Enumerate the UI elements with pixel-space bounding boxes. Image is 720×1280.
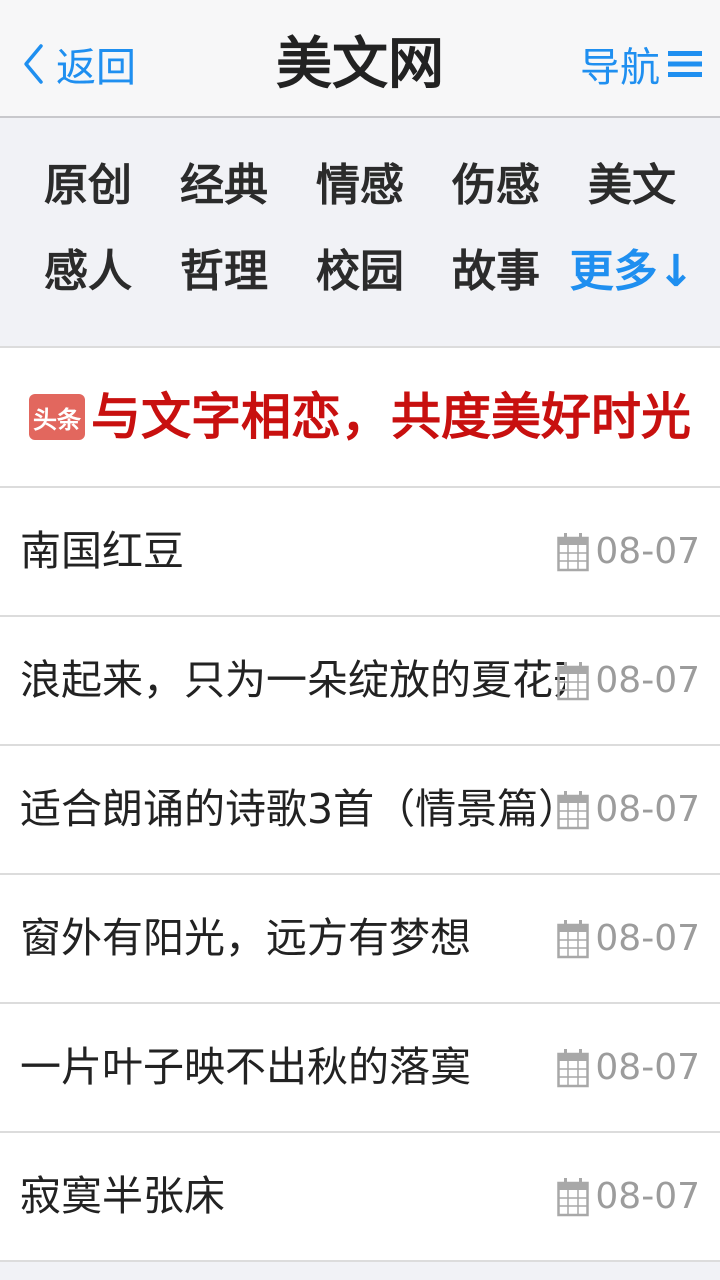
calendar-icon xyxy=(557,790,590,829)
category-row: 原创 经典 情感 伤感 美文 xyxy=(20,156,700,216)
article-list: 南国红豆 08-07 浪起来，只为一朵绽放的夏花开在 xyxy=(0,488,720,1262)
list-item[interactable]: 浪起来，只为一朵绽放的夏花开在 08-07 xyxy=(0,617,720,746)
calendar-icon xyxy=(557,1177,590,1216)
list-item[interactable]: 适合朗诵的诗歌3首（情景篇） 08-07 xyxy=(0,746,720,875)
category-campus[interactable]: 校园 xyxy=(292,242,428,302)
article-date: 08-07 xyxy=(557,488,700,615)
list-item[interactable]: 窗外有阳光，远方有梦想 08-07 xyxy=(0,875,720,1004)
article-date: 08-07 xyxy=(557,1133,700,1260)
menu-icon xyxy=(668,51,702,77)
article-date-text: 08-07 xyxy=(595,660,700,701)
article-title: 适合朗诵的诗歌3首（情景篇） xyxy=(20,785,565,833)
calendar-icon xyxy=(557,1048,590,1087)
article-title: 寂寞半张床 xyxy=(20,1172,225,1220)
headline-badge: 头条 xyxy=(29,394,85,440)
article-date: 08-07 xyxy=(557,1004,700,1131)
category-sad[interactable]: 伤感 xyxy=(428,156,564,216)
category-emotion[interactable]: 情感 xyxy=(292,156,428,216)
article-date: 08-07 xyxy=(557,746,700,873)
article-date: 08-07 xyxy=(557,617,700,744)
footer-strip xyxy=(0,1262,720,1280)
article-title: 窗外有阳光，远方有梦想 xyxy=(20,914,471,962)
nav-label: 导航 xyxy=(580,45,660,91)
list-item[interactable]: 寂寞半张床 08-07 xyxy=(0,1133,720,1262)
headline-text: 与文字相恋，共度美好时光 xyxy=(91,388,691,446)
category-more-button[interactable]: 更多↓ xyxy=(564,242,700,302)
category-beautiful-prose[interactable]: 美文 xyxy=(564,156,700,216)
category-story[interactable]: 故事 xyxy=(428,242,564,302)
calendar-icon xyxy=(557,661,590,700)
category-classic[interactable]: 经典 xyxy=(156,156,292,216)
article-date-text: 08-07 xyxy=(595,918,700,959)
top-bar: 返回 美文网 导航 xyxy=(0,0,720,118)
list-item[interactable]: 一片叶子映不出秋的落寞 08-07 xyxy=(0,1004,720,1133)
category-philosophy[interactable]: 哲理 xyxy=(156,242,292,302)
article-date-text: 08-07 xyxy=(595,789,700,830)
article-date-text: 08-07 xyxy=(595,1047,700,1088)
list-item[interactable]: 南国红豆 08-07 xyxy=(0,488,720,617)
category-touching[interactable]: 感人 xyxy=(20,242,156,302)
nav-menu-button[interactable]: 导航 xyxy=(580,34,702,94)
article-date-text: 08-07 xyxy=(595,531,700,572)
calendar-icon xyxy=(557,919,590,958)
headline-banner[interactable]: 头条 与文字相恋，共度美好时光 xyxy=(0,348,720,488)
article-date: 08-07 xyxy=(557,875,700,1002)
article-date-text: 08-07 xyxy=(595,1176,700,1217)
article-title: 南国红豆 xyxy=(20,527,184,575)
calendar-icon xyxy=(557,532,590,571)
category-row: 感人 哲理 校园 故事 更多↓ xyxy=(20,242,700,302)
article-title: 浪起来，只为一朵绽放的夏花开在 xyxy=(20,656,565,704)
category-original[interactable]: 原创 xyxy=(20,156,156,216)
article-title: 一片叶子映不出秋的落寞 xyxy=(20,1043,471,1091)
category-panel: 原创 经典 情感 伤感 美文 感人 哲理 校园 故事 更多↓ xyxy=(0,118,720,348)
